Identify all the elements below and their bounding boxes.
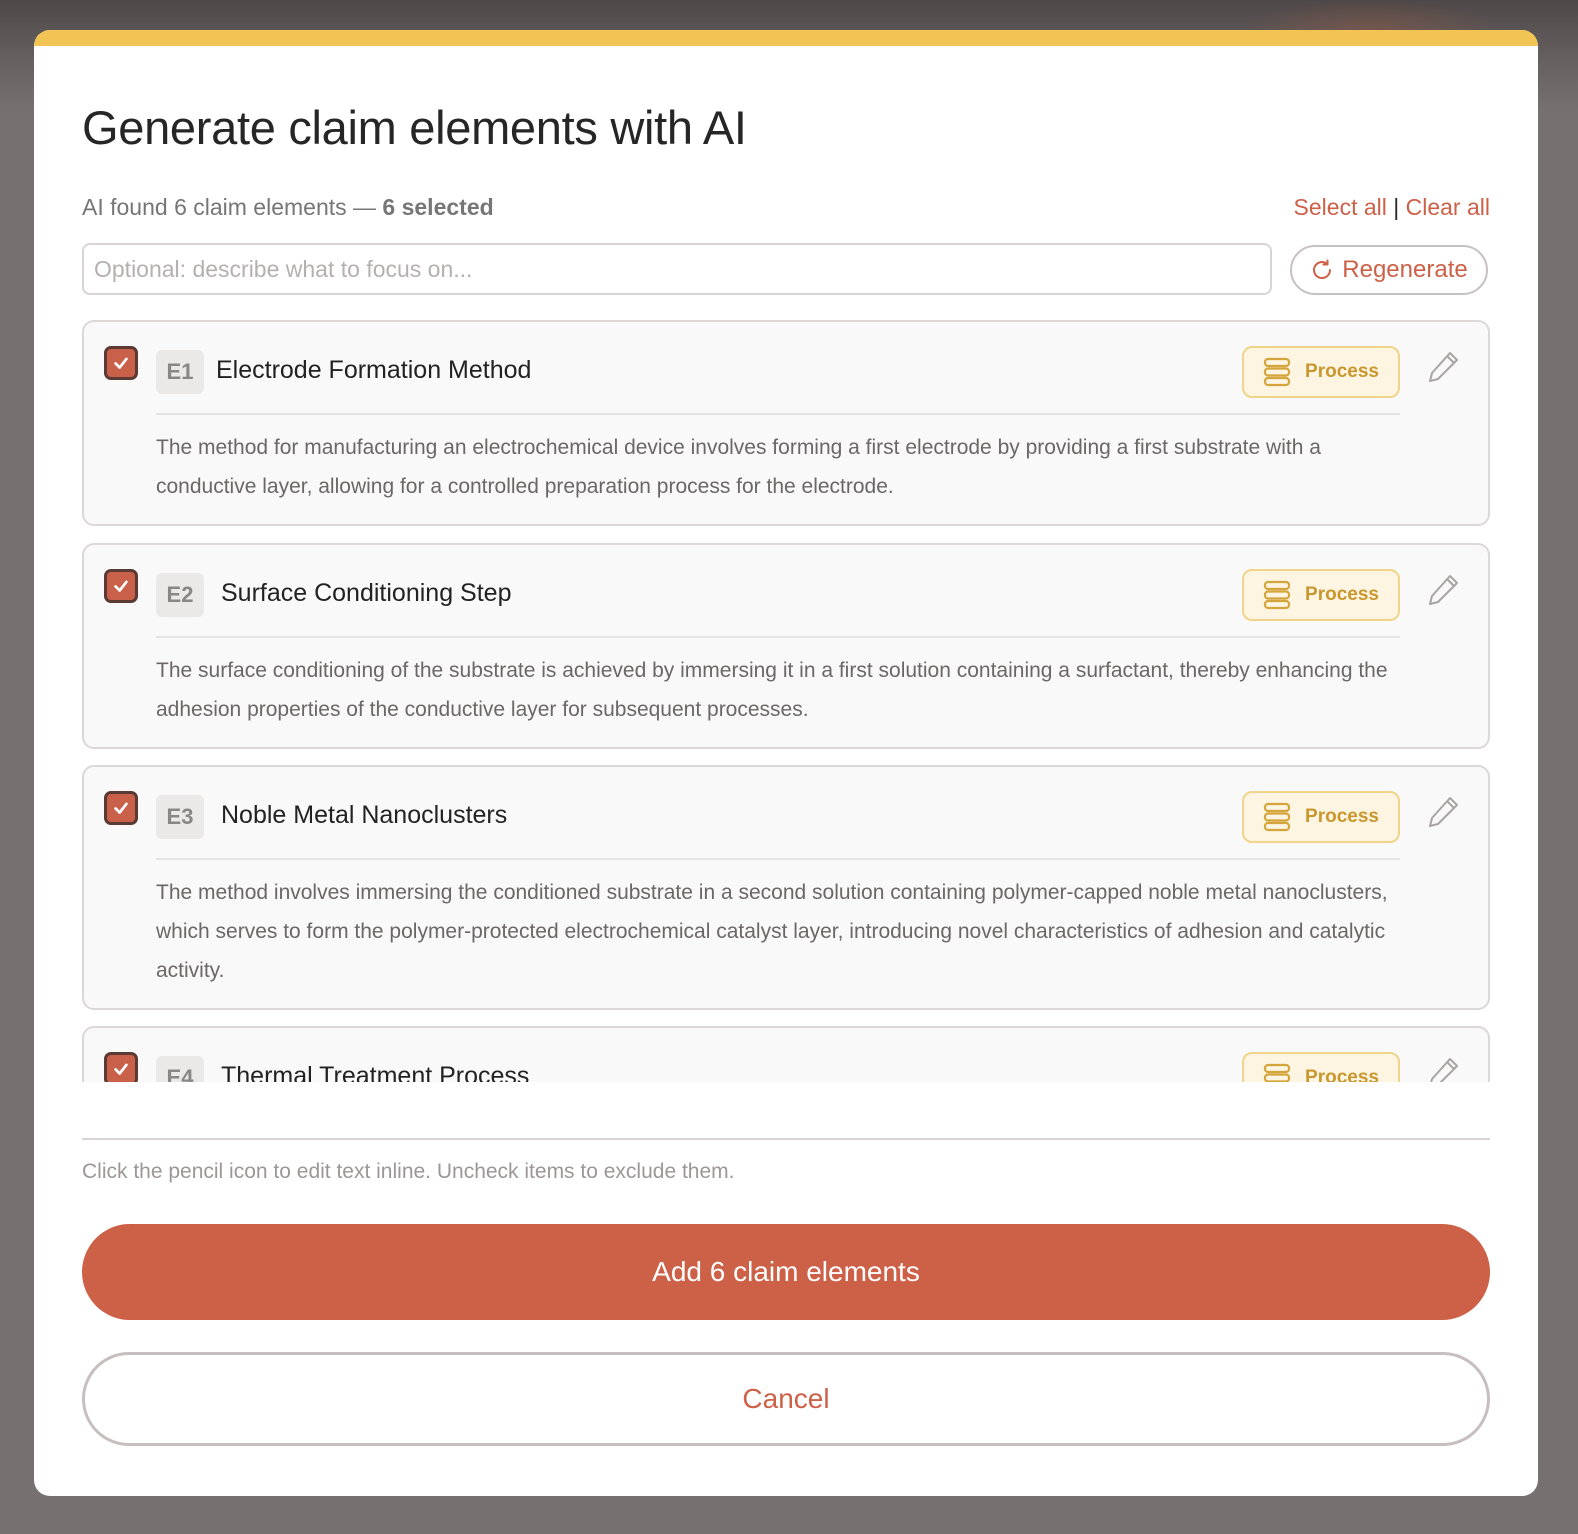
element-title: Noble Metal Nanoclusters [221, 801, 508, 829]
card-divider [156, 636, 1400, 638]
claim-element-card: E3 Noble Metal Nanoclusters Process The … [82, 765, 1490, 1010]
check-icon [114, 1063, 128, 1075]
modal-accent-bar [34, 30, 1538, 46]
clear-all-link[interactable]: Clear all [1406, 194, 1490, 220]
element-checkbox[interactable] [104, 569, 138, 603]
selected-count: 6 selected [382, 194, 494, 220]
card-divider [156, 413, 1400, 415]
element-description: The method for manufacturing an electroc… [156, 436, 1321, 498]
regenerate-label: Regenerate [1342, 256, 1468, 283]
card-divider [156, 858, 1400, 860]
element-type-pill[interactable]: Process [1242, 1052, 1400, 1082]
element-type-label: Process [1305, 1067, 1379, 1082]
footer-divider [82, 1138, 1490, 1140]
element-id-badge: E2 [156, 573, 204, 617]
check-icon [114, 357, 128, 369]
link-separator: | [1393, 194, 1400, 220]
element-checkbox[interactable] [104, 791, 138, 825]
generate-claims-modal: Generate claim elements with AI AI found… [34, 30, 1538, 1496]
element-id-badge: E4 [156, 1056, 204, 1082]
element-type-label: Process [1305, 806, 1379, 827]
element-description: The method involves immersing the condit… [156, 881, 1388, 982]
element-type-label: Process [1305, 584, 1379, 605]
element-id-badge: E3 [156, 795, 204, 839]
summary-text: AI found 6 claim elements — [82, 194, 383, 220]
pencil-icon[interactable] [1426, 1054, 1462, 1082]
element-description: The surface conditioning of the substrat… [156, 659, 1388, 721]
selection-summary: AI found 6 claim elements — 6 selected [82, 194, 494, 221]
element-type-pill[interactable]: Process [1242, 569, 1400, 621]
check-icon [114, 802, 128, 814]
stack-icon [1263, 580, 1291, 610]
refresh-icon [1313, 259, 1332, 279]
pencil-icon[interactable] [1426, 571, 1462, 607]
edit-hint: Click the pencil icon to edit text inlin… [82, 1160, 735, 1183]
element-type-label: Process [1305, 361, 1379, 382]
stack-icon [1263, 357, 1291, 387]
check-icon [114, 580, 128, 592]
stack-icon [1263, 1063, 1291, 1082]
element-checkbox[interactable] [104, 1052, 138, 1082]
add-claim-elements-button[interactable]: Add 6 claim elements [82, 1224, 1490, 1320]
element-id-badge: E1 [156, 350, 204, 394]
element-title: Thermal Treatment Process [221, 1062, 530, 1082]
element-checkbox[interactable] [104, 346, 138, 380]
claim-element-card: E2 Surface Conditioning Step Process The… [82, 543, 1490, 749]
focus-input[interactable] [82, 243, 1272, 295]
claim-elements-list[interactable]: E1 Electrode Formation Method Process Th… [82, 320, 1490, 1082]
claim-element-card: E1 Electrode Formation Method Process Th… [82, 320, 1490, 526]
element-type-pill[interactable]: Process [1242, 346, 1400, 398]
select-all-link[interactable]: Select all [1294, 194, 1387, 220]
element-type-pill[interactable]: Process [1242, 791, 1400, 843]
pencil-icon[interactable] [1426, 348, 1462, 384]
pencil-icon[interactable] [1426, 793, 1462, 829]
select-links: Select all | Clear all [1294, 194, 1490, 221]
element-title: Electrode Formation Method [216, 356, 532, 384]
cancel-button[interactable]: Cancel [82, 1352, 1490, 1446]
stack-icon [1263, 802, 1291, 832]
element-title: Surface Conditioning Step [221, 579, 512, 607]
regenerate-button[interactable]: Regenerate [1290, 245, 1488, 295]
modal-title: Generate claim elements with AI [82, 101, 747, 154]
claim-element-card: E4 Thermal Treatment Process Process [82, 1026, 1490, 1082]
